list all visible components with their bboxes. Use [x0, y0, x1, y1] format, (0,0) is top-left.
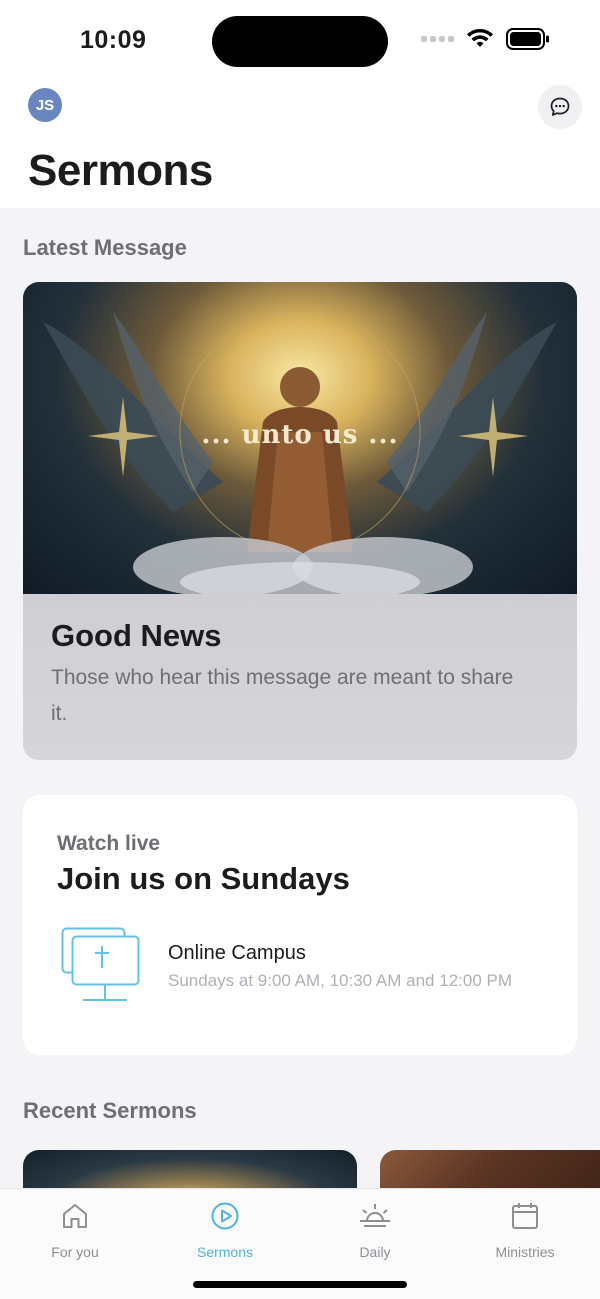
header: JS Sermons: [0, 80, 600, 208]
tab-ministries[interactable]: Ministries: [450, 1189, 600, 1269]
online-campus-icon: [61, 927, 140, 1001]
latest-sermon-title: Good News: [51, 618, 222, 653]
latest-sermon-info: Good News Those who hear this message ar…: [23, 594, 577, 760]
status-indicators: [421, 28, 550, 50]
home-icon: [63, 1204, 87, 1228]
sunrise-icon: [360, 1204, 390, 1227]
wifi-icon: [467, 29, 493, 47]
dynamic-island: [212, 16, 388, 67]
campus-name: Online Campus: [168, 942, 306, 964]
recent-sermons-heading: Recent Sermons: [23, 1098, 197, 1123]
status-time: 10:09: [80, 26, 147, 54]
tab-sermons[interactable]: Sermons: [150, 1189, 300, 1269]
latest-message-heading: Latest Message: [23, 235, 187, 260]
sermon-artwork: ... unto us ...: [23, 282, 577, 594]
battery-icon: [506, 28, 549, 50]
calendar-icon: [512, 1203, 538, 1229]
artwork-caption: ... unto us ...: [201, 420, 399, 450]
campus-times: Sundays at 9:00 AM, 10:30 AM and 12:00 P…: [168, 971, 513, 990]
play-circle-icon: [211, 1202, 239, 1230]
chat-bubble-icon: [550, 97, 570, 116]
watch-live-card: Watch live Join us on Sundays Online Cam…: [23, 795, 577, 1055]
tab-label: Ministries: [495, 1244, 555, 1260]
tab-label: Daily: [359, 1244, 391, 1260]
avatar[interactable]: JS: [28, 88, 62, 122]
latest-sermon-card[interactable]: ... unto us ... Good News Those who hear…: [23, 282, 577, 760]
home-indicator[interactable]: [193, 1281, 407, 1288]
tab-for-you[interactable]: For you: [0, 1189, 150, 1269]
tab-bar: For you Sermons Daily Ministries: [0, 1188, 600, 1299]
watch-live-eyebrow: Watch live: [57, 832, 161, 855]
status-bar: 10:09: [0, 0, 600, 80]
tab-daily[interactable]: Daily: [300, 1189, 450, 1269]
page-title: Sermons: [28, 146, 213, 195]
tab-label: For you: [51, 1244, 99, 1260]
tab-label: Sermons: [196, 1244, 254, 1260]
latest-sermon-description: Those who hear this message are meant to…: [51, 666, 514, 725]
messages-button[interactable]: [538, 85, 582, 129]
cellular-signal-icon: [421, 36, 454, 42]
watch-live-heading: Join us on Sundays: [57, 861, 350, 896]
